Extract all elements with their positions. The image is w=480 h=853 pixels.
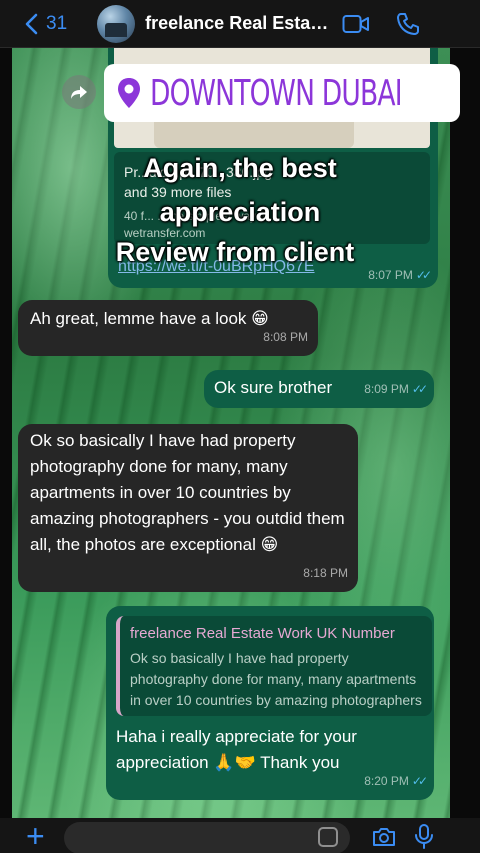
caption-line-1: Again, the best — [143, 153, 337, 183]
location-sticker: DOWNTOWN DUBAI — [104, 64, 460, 122]
forward-icon — [71, 86, 87, 99]
unread-count: 31 — [46, 12, 68, 34]
caption-line-2: appreciation — [159, 197, 321, 227]
message-input[interactable] — [64, 822, 350, 853]
voice-call-icon[interactable] — [394, 11, 422, 42]
chat-header: 31 freelance Real Estate... — [0, 0, 480, 48]
time-label: 8:20 PM — [364, 774, 409, 788]
right-edge — [450, 48, 480, 818]
quoted-text: Ok so basically I have had property phot… — [130, 650, 422, 708]
time-label: 8:08 PM — [263, 330, 308, 344]
incoming-message[interactable]: Ok so basically I have had property phot… — [18, 424, 358, 592]
quoted-message[interactable]: freelance Real Estate Work UK Number Ok … — [116, 616, 432, 716]
time-label: 8:09 PM — [364, 382, 409, 396]
message-time: 8:18 PM — [303, 560, 348, 586]
incoming-message[interactable]: Ah great, lemme have a look 😁 8:08 PM — [18, 300, 318, 356]
time-label: 8:07 PM — [368, 268, 413, 282]
forward-button[interactable] — [62, 75, 96, 109]
video-call-icon[interactable] — [342, 11, 370, 42]
location-text: DOWNTOWN DUBAI — [150, 72, 403, 114]
quoted-sender: freelance Real Estate Work UK Number — [130, 625, 395, 642]
plus-icon[interactable]: + — [26, 820, 45, 852]
map-pin-icon — [118, 78, 140, 108]
contact-avatar[interactable] — [97, 4, 136, 43]
message-time: 8:08 PM — [263, 324, 308, 350]
message-time: 8:09 PM ✓✓ — [364, 376, 428, 402]
caption-line-3: Review from client — [115, 237, 355, 267]
message-time: 8:07 PM ✓✓ — [368, 268, 432, 282]
message-text: Ok so basically I have had property phot… — [30, 431, 345, 554]
outgoing-message[interactable]: Ok sure brother 8:09 PM ✓✓ — [204, 370, 434, 408]
contact-name[interactable]: freelance Real Estate... — [145, 13, 331, 34]
message-time: 8:20 PM ✓✓ — [364, 768, 428, 794]
read-receipt-icon: ✓✓ — [411, 774, 428, 788]
time-label: 8:18 PM — [303, 566, 348, 580]
back-button[interactable]: 31 — [24, 13, 67, 35]
sticker-icon[interactable] — [318, 827, 338, 847]
read-receipt-icon: ✓✓ — [411, 382, 428, 396]
composer-bar: + — [0, 818, 480, 853]
camera-icon[interactable] — [371, 826, 397, 853]
outgoing-reply-message[interactable]: freelance Real Estate Work UK Number Ok … — [106, 606, 434, 800]
read-receipt-icon: ✓✓ — [415, 268, 432, 282]
microphone-icon[interactable] — [414, 824, 434, 853]
chevron-left-icon — [25, 13, 38, 34]
left-edge — [0, 48, 12, 818]
